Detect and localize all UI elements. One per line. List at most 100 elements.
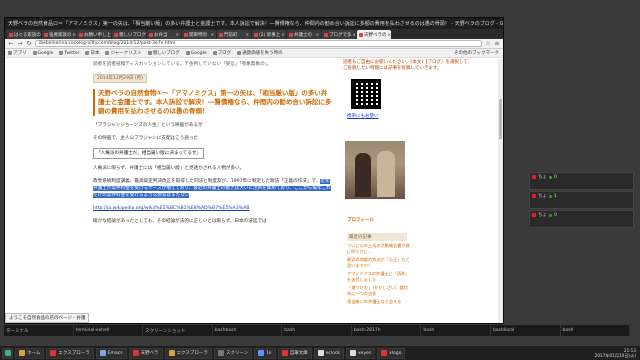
bookmark-icon [105,51,110,55]
back-icon[interactable]: ← [8,40,14,47]
profile-heading[interactable]: プロフィール [347,217,473,223]
app-icon [217,350,224,356]
tab-label: はぐる家族の [14,32,41,38]
paragraph: 「ブラジャンジョーンズの人生」という映画があるが [93,123,203,128]
browser-tab[interactable]: はぐる家族の× [7,30,41,39]
terminal-tab[interactable]: bashbash [213,325,283,336]
bookmark-item[interactable]: Google [32,51,53,56]
taskbar-label: スクリーン [225,351,249,356]
paragraph: その映画で、主人公ブラジャンに支配はこう語った [93,136,199,141]
terminal-tab[interactable]: terminal-eshell [74,325,144,336]
bookmark-item[interactable]: Google [185,51,207,56]
taskbar-item[interactable]: 1k [254,347,276,359]
recent-post-link[interactable]: アマノミクスの弁護士に「訴状」を送付しました [347,271,411,283]
wikipedia-link[interactable]: http://ja.wikipedia.org/wiki/%E5%BC%81%E… [93,205,333,212]
quote-box: 「人権派の弁護士だ。相当厳い版に決まってるぜ」 [93,148,205,159]
taskbar-item[interactable]: 自筆文庫 [277,347,312,359]
tab-bar: はぐる家族の×強要家族の×お願い申し上げ×親しいブログ×お弁当×関東特別×門前町… [5,29,503,39]
taskbar-item[interactable]: ホーム [15,347,45,359]
widget-value: 0 [554,174,557,180]
terminal-tab[interactable]: bash [282,325,352,336]
reload-icon[interactable]: ↻ [26,40,32,47]
terminal-tab[interactable]: bash-2817h [352,325,422,336]
close-icon[interactable]: × [316,32,319,37]
clock[interactable]: 21:13 2017年01月10日(火) [595,348,640,358]
taskbar-item[interactable]: スクリーン [213,347,253,359]
recent-post-link[interactable]: 最近の地裁の判決が「公正」だと思いますか？ [347,257,411,269]
taskbar-label: 自筆文庫 [289,351,308,356]
favicon-icon [219,32,223,37]
recent-posts-heading: 最近の記事 [347,233,407,241]
terminal-tab[interactable]: bash [561,325,631,336]
start-menu-button[interactable] [2,347,13,359]
scrollbar[interactable] [498,59,503,323]
recent-post-link[interactable]: ついに公の上司の活動報告書が遂に明らかに… [347,243,411,255]
bookmark-item[interactable]: 日本 [85,50,99,56]
terminal-tab[interactable]: bashlocal [491,325,561,336]
taskbar-item[interactable]: エクスプローラ [46,347,94,359]
taskbar-item[interactable]: xeyes [346,347,376,359]
close-icon[interactable]: × [73,32,76,37]
browser-tab[interactable]: 弁護士の × [287,30,321,39]
terminal-tab[interactable]: ターミナル [4,325,74,336]
qr-caption[interactable]: 携帯にもお使い [347,113,473,119]
app-icon [258,350,265,356]
browser-tab[interactable]: (2) 新事上 × [252,30,286,39]
recent-post-link[interactable]: 「通りけの」（ただしさい）裁判所に一つの告状 [347,285,411,297]
app-icon [317,350,324,356]
monitor-widget[interactable]: ちょ 1 [529,191,634,209]
close-icon[interactable]: × [176,32,179,37]
close-icon[interactable]: × [388,32,391,37]
qr-code [351,79,381,109]
taskbar-label: エクスプローラ [58,351,90,356]
scrollbar-thumb[interactable] [499,99,502,139]
close-icon[interactable]: × [353,32,356,37]
bookmark-item[interactable]: ジャーナリスト [105,50,142,56]
close-icon[interactable]: × [246,32,249,37]
taskbar-item[interactable]: 天野ベラ [128,347,163,359]
widget-value: 0 [554,212,557,218]
browser-tab[interactable]: 親しいブログ× [112,30,146,39]
tab-label: プログで多 [329,32,352,38]
app-icon [281,350,288,356]
menu-icon[interactable]: ≡ [494,40,500,47]
browser-tab[interactable]: 強要家族の × [42,30,76,39]
bookmark-icon [85,51,90,55]
bookmark-item[interactable]: ブログ [212,50,231,56]
star-icon[interactable]: ☆ [485,40,491,47]
terminal-tab[interactable]: スクリーンショット [143,325,213,336]
forward-icon[interactable]: → [17,40,23,47]
bookmark-other[interactable]: その他のブックマーク [454,50,503,56]
bookmark-label: 親しいブログ [152,51,180,56]
paragraph-text: 政党系統制度講義、最高裁定判決改正を取得した同法と制度及び、1997年に制定した… [93,179,321,184]
browser-tab[interactable]: お弁当 × [147,30,181,39]
browser-tab[interactable]: 門前町 × [217,30,251,39]
taskbar-item[interactable]: Emacs [95,347,127,359]
browser-tab[interactable]: 関東特別 × [182,30,216,39]
bookmark-item[interactable]: Twitter [59,51,79,56]
taskbar-item[interactable]: xlogo [377,347,406,359]
recent-post-link[interactable]: 相当厳いの弁護士なら会える [347,299,411,305]
favicon-icon [9,32,13,37]
app-icon [350,350,357,356]
bookmark-icon [212,51,217,55]
favicon-icon [184,32,188,37]
bookmark-item[interactable]: アプリ [8,50,27,56]
taskbar-item[interactable]: eclock [313,347,345,359]
close-icon[interactable]: × [281,32,284,37]
app-icon [50,350,57,356]
taskbar-item[interactable]: エクスプローラ [164,347,212,359]
tab-label: 親しいブログ [119,32,146,38]
url-input[interactable]: ibebeinerina.cocolog-nifty.com/blog/2014… [35,40,482,47]
monitor-widget[interactable]: ちょ 0 [529,172,634,190]
taskbar-label: xlogo [389,350,402,356]
browser-tab[interactable]: お願い申し上げ× [77,30,111,39]
close-icon[interactable]: × [211,32,214,37]
bookmark-item[interactable]: 親しいブログ [147,50,180,56]
bookmark-item[interactable]: 通貨価値を失う時の [237,50,283,56]
terminal-tab[interactable]: bash [421,325,491,336]
post-title[interactable]: 天野ベラの自然食物①〜「アマノミクス」第一の矢は、「相当厳い版」の多い弁護士と金… [93,89,333,116]
monitor-widget[interactable]: ちょ 0 [529,210,634,228]
browser-tab[interactable]: 天野ベラの × [357,30,391,39]
browser-tab[interactable]: プログで多 × [322,30,356,39]
